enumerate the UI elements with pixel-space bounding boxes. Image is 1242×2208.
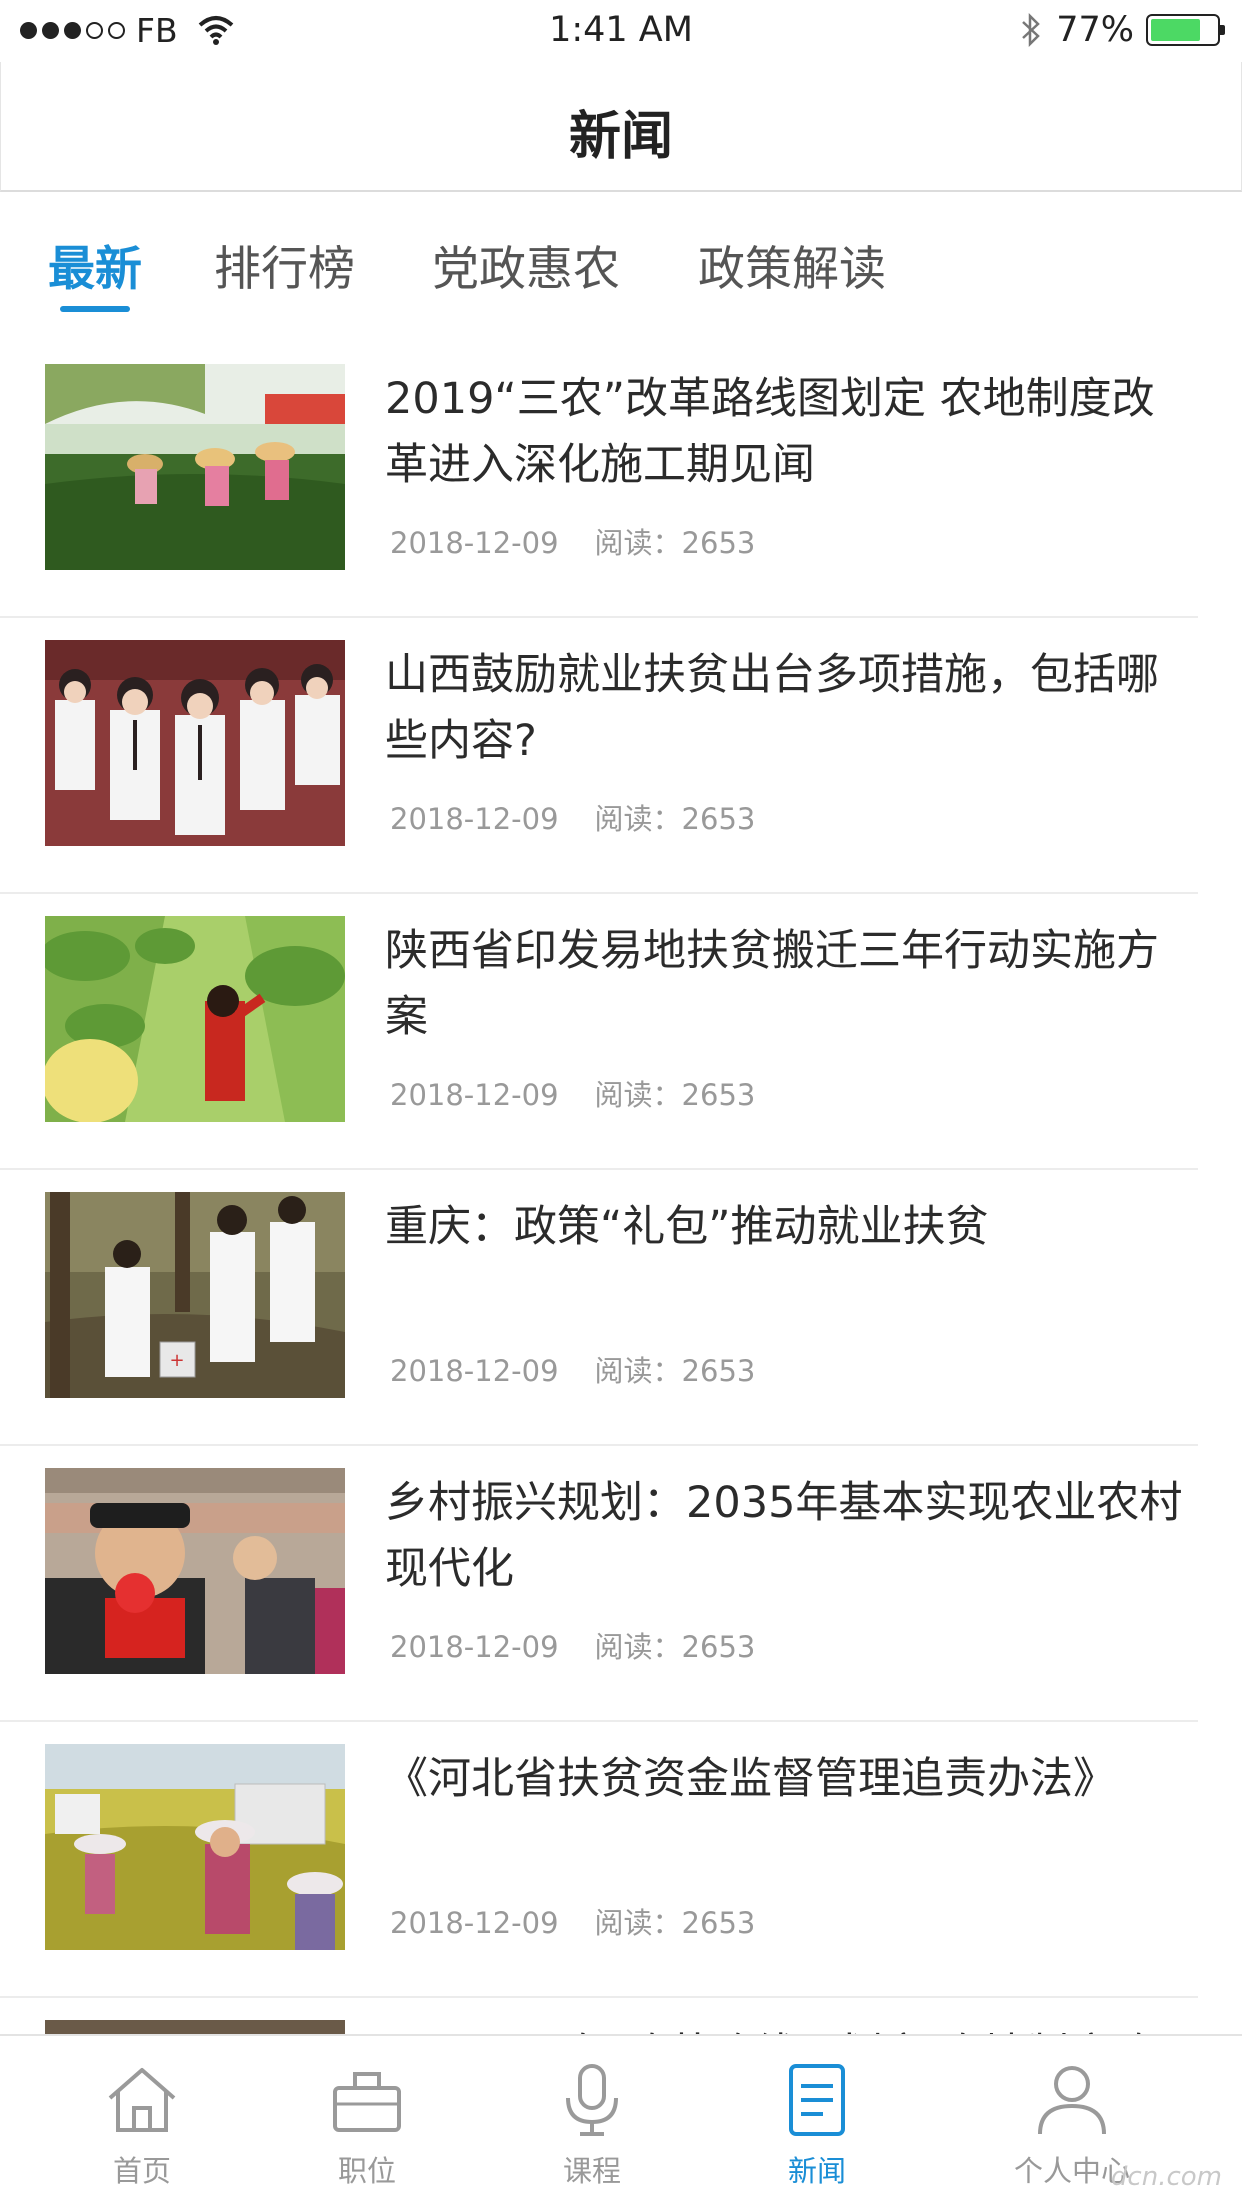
- bluetooth-icon: [1022, 12, 1041, 48]
- page-title: 新闻: [568, 107, 673, 167]
- news-meta: 2018-12-09 阅读：2653: [390, 520, 755, 562]
- news-item[interactable]: 《河北省扶贫资金监督管理追责办法》 2018-12-09 阅读：2653: [0, 1722, 1242, 1998]
- news-document-icon: [789, 2064, 845, 2136]
- tabbar-jobs-label: 职位: [337, 2154, 396, 2188]
- battery-area: 77%: [1020, 10, 1225, 50]
- news-item[interactable]: + 重庆：政策“礼包”推动就业扶贫 2018-12-09 阅读：2653: [0, 1170, 1242, 1446]
- tabbar-home-label: 首页: [112, 2154, 171, 2188]
- news-date: 2018-12-09: [390, 1906, 559, 1940]
- news-reads: 阅读：2653: [594, 1078, 756, 1112]
- svg-text:+: +: [169, 1350, 184, 1371]
- news-thumbnail: [45, 364, 345, 570]
- news-thumbnail: [45, 640, 345, 846]
- news-date: 2018-12-09: [390, 802, 559, 836]
- news-date: 2018-12-09: [390, 1354, 559, 1388]
- news-title: 《河北省扶贫资金监督管理追责办法》: [385, 1754, 1116, 1804]
- news-reads: 阅读：2653: [594, 1354, 756, 1388]
- news-meta: 2018-12-09 阅读：2653: [390, 796, 755, 838]
- briefcase-icon: [333, 2072, 401, 2132]
- active-tab-indicator: [60, 306, 130, 312]
- news-thumbnail: [45, 916, 345, 1122]
- tabbar-courses[interactable]: 课程: [502, 2060, 682, 2190]
- tabbar-news-label: 新闻: [787, 2154, 846, 2188]
- tab-latest[interactable]: 最新: [48, 230, 142, 299]
- person-icon: [1038, 2066, 1106, 2135]
- news-meta: 2018-12-09 阅读：2653: [390, 1624, 755, 1666]
- news-meta: 2018-12-09 阅读：2653: [390, 1348, 755, 1390]
- news-item[interactable]: 陕西省印发易地扶贫搬迁三年行动实施方案 2018-12-09 阅读：2653: [0, 894, 1242, 1170]
- news-thumbnail: [45, 1468, 345, 1674]
- news-thumbnail: +: [45, 1192, 345, 1398]
- tabbar-courses-label: 课程: [562, 2154, 621, 2188]
- tabbar-home[interactable]: 首页: [52, 2060, 232, 2190]
- news-item[interactable]: 山西鼓励就业扶贫出台多项措施，包括哪些内容? 2018-12-09 阅读：2653: [0, 618, 1242, 894]
- watermark: dcn.com: [1110, 2162, 1222, 2192]
- tabbar-jobs[interactable]: 职位: [277, 2060, 457, 2190]
- tab-party-agriculture[interactable]: 党政惠农: [432, 230, 620, 299]
- news-title: 乡村振兴规划：2035年基本实现农业农村现代化: [385, 1478, 1183, 1594]
- nav-bar: 新闻: [0, 62, 1242, 192]
- news-reads: 阅读：2653: [594, 526, 756, 560]
- microphone-icon: [566, 2064, 618, 2136]
- news-item[interactable]: 乡村振兴规划：2035年基本实现农业农村现代化 2018-12-09 阅读：265…: [0, 1446, 1242, 1722]
- news-date: 2018-12-09: [390, 1078, 559, 1112]
- battery-fill: [1151, 19, 1201, 41]
- news-title: 重庆：政策“礼包”推动就业扶贫: [385, 1202, 989, 1252]
- news-date: 2018-12-09: [390, 526, 559, 560]
- category-tabs: 最新 排行榜 党政惠农 政策解读: [0, 230, 1242, 320]
- news-item[interactable]: 2019“三农”改革路线图划定 农地制度改革进入深化施工期见闻 2018-12-…: [0, 342, 1242, 618]
- news-title: 2019“三农”改革路线图划定 农地制度改革进入深化施工期见闻: [385, 374, 1155, 490]
- bottom-tab-bar: 首页 职位 课程 新闻 个人中心: [0, 2034, 1242, 2208]
- news-reads: 阅读：2653: [594, 1630, 756, 1664]
- news-meta: 2018-12-09 阅读：2653: [390, 1072, 755, 1114]
- news-title: 山西鼓励就业扶贫出台多项措施，包括哪些内容?: [385, 650, 1159, 766]
- home-icon: [108, 2068, 176, 2132]
- news-reads: 阅读：2653: [594, 1906, 756, 1940]
- news-title: 陕西省印发易地扶贫搬迁三年行动实施方案: [385, 926, 1159, 1042]
- news-meta: 2018-12-09 阅读：2653: [390, 1900, 755, 1942]
- news-thumbnail: [45, 1744, 345, 1950]
- tab-policy-interpretation[interactable]: 政策解读: [698, 230, 886, 299]
- news-reads: 阅读：2653: [594, 802, 756, 836]
- news-date: 2018-12-09: [390, 1630, 559, 1664]
- status-bar: FB 1:41 AM 77%: [0, 0, 1242, 62]
- battery-icon: [1146, 14, 1225, 46]
- tab-ranking[interactable]: 排行榜: [214, 230, 355, 299]
- tabbar-news[interactable]: 新闻: [727, 2060, 907, 2190]
- battery-percent: 77%: [1056, 10, 1134, 50]
